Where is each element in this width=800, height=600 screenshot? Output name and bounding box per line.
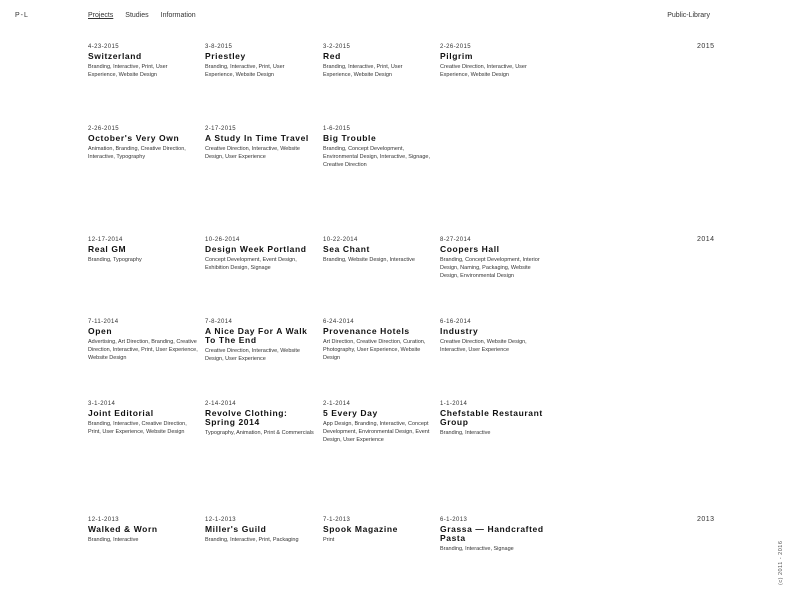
project-card[interactable]: 3-2-2015 Red Branding, Interactive, Prin… [323,43,433,79]
project-card[interactable]: 2-26-2015 Pilgrim Creative Direction, In… [440,43,550,79]
project-date: 6-24-2014 [323,319,354,325]
project-date: 7-11-2014 [88,319,119,325]
project-title: Revolve Clothing: Spring 2014 [205,408,288,427]
project-tags: Branding, Interactive [440,430,491,436]
project-date: 3-1-2014 [88,401,116,407]
project-title: Open [88,326,113,336]
project-card[interactable]: 6-16-2014 Industry Creative Direction, W… [440,318,550,354]
project-card[interactable]: 10-26-2014 Design Week Portland Concept … [205,236,315,272]
project-tags: Animation, Branding, Creative Direction,… [88,146,186,161]
project-tags: Art Direction, Creative Direction, Curat… [323,339,426,362]
project-card[interactable]: 7-1-2013 Spook Magazine Print [323,516,433,544]
project-card[interactable]: 1-1-2014 Chefstable Restaurant Group Bra… [440,400,550,437]
project-date: 10-22-2014 [323,237,358,243]
copyright-note: (c) 2011 - 2016 [778,540,784,585]
project-card[interactable]: 7-8-2014 A Nice Day For A Walk To The En… [205,318,315,363]
project-date: 2-26-2015 [88,126,119,132]
project-card[interactable]: 10-22-2014 Sea Chant Branding, Website D… [323,236,433,264]
project-card[interactable]: 1-6-2015 Big Trouble Branding, Concept D… [323,125,433,170]
project-title: Miller's Guild [205,524,267,534]
project-date: 3-8-2015 [205,44,233,50]
project-date: 1-1-2014 [440,401,468,407]
project-title: Chefstable Restaurant Group [440,408,543,427]
project-date: 12-1-2013 [88,517,119,523]
project-tags: Branding, Concept Development, Environme… [323,146,431,169]
project-tags: Typography, Animation, Print & Commercia… [205,430,314,436]
year-label-2014: 2014 [697,236,715,243]
project-tags: Creative Direction, Website Design, Inte… [440,339,527,354]
project-title: A Study In Time Travel [205,133,309,143]
project-tags: Creative Direction, Interactive, Website… [205,146,300,161]
project-card[interactable]: 2-14-2014 Revolve Clothing: Spring 2014 … [205,400,315,437]
project-tags: Branding, Interactive, Print, User Exper… [205,64,285,79]
project-tags: Branding, Typography [88,257,142,263]
project-date: 3-2-2015 [323,44,351,50]
project-title: Pilgrim [440,51,474,61]
project-card[interactable]: 8-27-2014 Coopers Hall Branding, Concept… [440,236,550,281]
project-title: Coopers Hall [440,244,500,254]
project-date: 2-1-2014 [323,401,351,407]
project-title: Spook Magazine [323,524,398,534]
project-card[interactable]: 3-8-2015 Priestley Branding, Interactive… [205,43,315,79]
project-date: 8-27-2014 [440,237,471,243]
project-title: Design Week Portland [205,244,307,254]
project-title: Joint Editorial [88,408,154,418]
project-tags: Advertising, Art Direction, Branding, Cr… [88,339,198,362]
year-label-2015: 2015 [697,43,715,50]
project-date: 6-16-2014 [440,319,471,325]
project-card[interactable]: 4-23-2015 Switzerland Branding, Interact… [88,43,198,79]
project-tags: App Design, Branding, Interactive, Conce… [323,421,430,444]
project-date: 10-26-2014 [205,237,240,243]
project-tags: Branding, Concept Development, Interior … [440,257,540,280]
project-date: 2-14-2014 [205,401,236,407]
project-title: Grassa — Handcrafted Pasta [440,524,544,543]
project-title: Provenance Hotels [323,326,410,336]
project-title: Big Trouble [323,133,377,143]
project-title: Industry [440,326,479,336]
project-date: 4-23-2015 [88,44,119,50]
project-tags: Branding, Interactive, Print, User Exper… [88,64,168,79]
project-tags: Concept Development, Event Design, Exhib… [205,257,297,272]
project-tags: Branding, Interactive, Signage [440,546,514,552]
project-title: Switzerland [88,51,142,61]
project-title: 5 Every Day [323,408,378,418]
project-tags: Branding, Interactive, Print, User Exper… [323,64,403,79]
project-title: Real GM [88,244,127,254]
year-label-2013: 2013 [697,516,715,523]
project-tags: Branding, Interactive, Print, Packaging [205,537,299,543]
project-card[interactable]: 2-1-2014 5 Every Day App Design, Brandin… [323,400,433,445]
project-title: Walked & Worn [88,524,158,534]
project-title: A Nice Day For A Walk To The End [205,326,308,345]
project-title: Priestley [205,51,246,61]
project-card[interactable]: 6-1-2013 Grassa — Handcrafted Pasta Bran… [440,516,550,553]
project-card[interactable]: 12-1-2013 Miller's Guild Branding, Inter… [205,516,315,544]
project-date: 2-26-2015 [440,44,471,50]
project-date: 7-1-2013 [323,517,351,523]
project-date: 2-17-2015 [205,126,236,132]
projects-grid: 2015 2014 2013 4-23-2015 Switzerland Bra… [0,0,800,600]
project-card[interactable]: 3-1-2014 Joint Editorial Branding, Inter… [88,400,198,436]
project-card[interactable]: 2-26-2015 October's Very Own Animation, … [88,125,198,161]
project-card[interactable]: 12-17-2014 Real GM Branding, Typography [88,236,198,264]
project-tags: Creative Direction, Interactive, User Ex… [440,64,527,79]
project-date: 7-8-2014 [205,319,233,325]
project-tags: Branding, Interactive, Creative Directio… [88,421,187,436]
project-tags: Print [323,537,335,543]
project-date: 12-1-2013 [205,517,236,523]
project-title: Sea Chant [323,244,370,254]
project-title: October's Very Own [88,133,180,143]
project-date: 12-17-2014 [88,237,123,243]
project-card[interactable]: 7-11-2014 Open Advertising, Art Directio… [88,318,198,363]
project-card[interactable]: 6-24-2014 Provenance Hotels Art Directio… [323,318,433,363]
project-tags: Branding, Interactive [88,537,139,543]
project-card[interactable]: 2-17-2015 A Study In Time Travel Creativ… [205,125,315,161]
project-date: 6-1-2013 [440,517,468,523]
project-tags: Branding, Website Design, Interactive [323,257,415,263]
project-title: Red [323,51,341,61]
project-tags: Creative Direction, Interactive, Website… [205,348,300,363]
project-date: 1-6-2015 [323,126,351,132]
project-card[interactable]: 12-1-2013 Walked & Worn Branding, Intera… [88,516,198,544]
